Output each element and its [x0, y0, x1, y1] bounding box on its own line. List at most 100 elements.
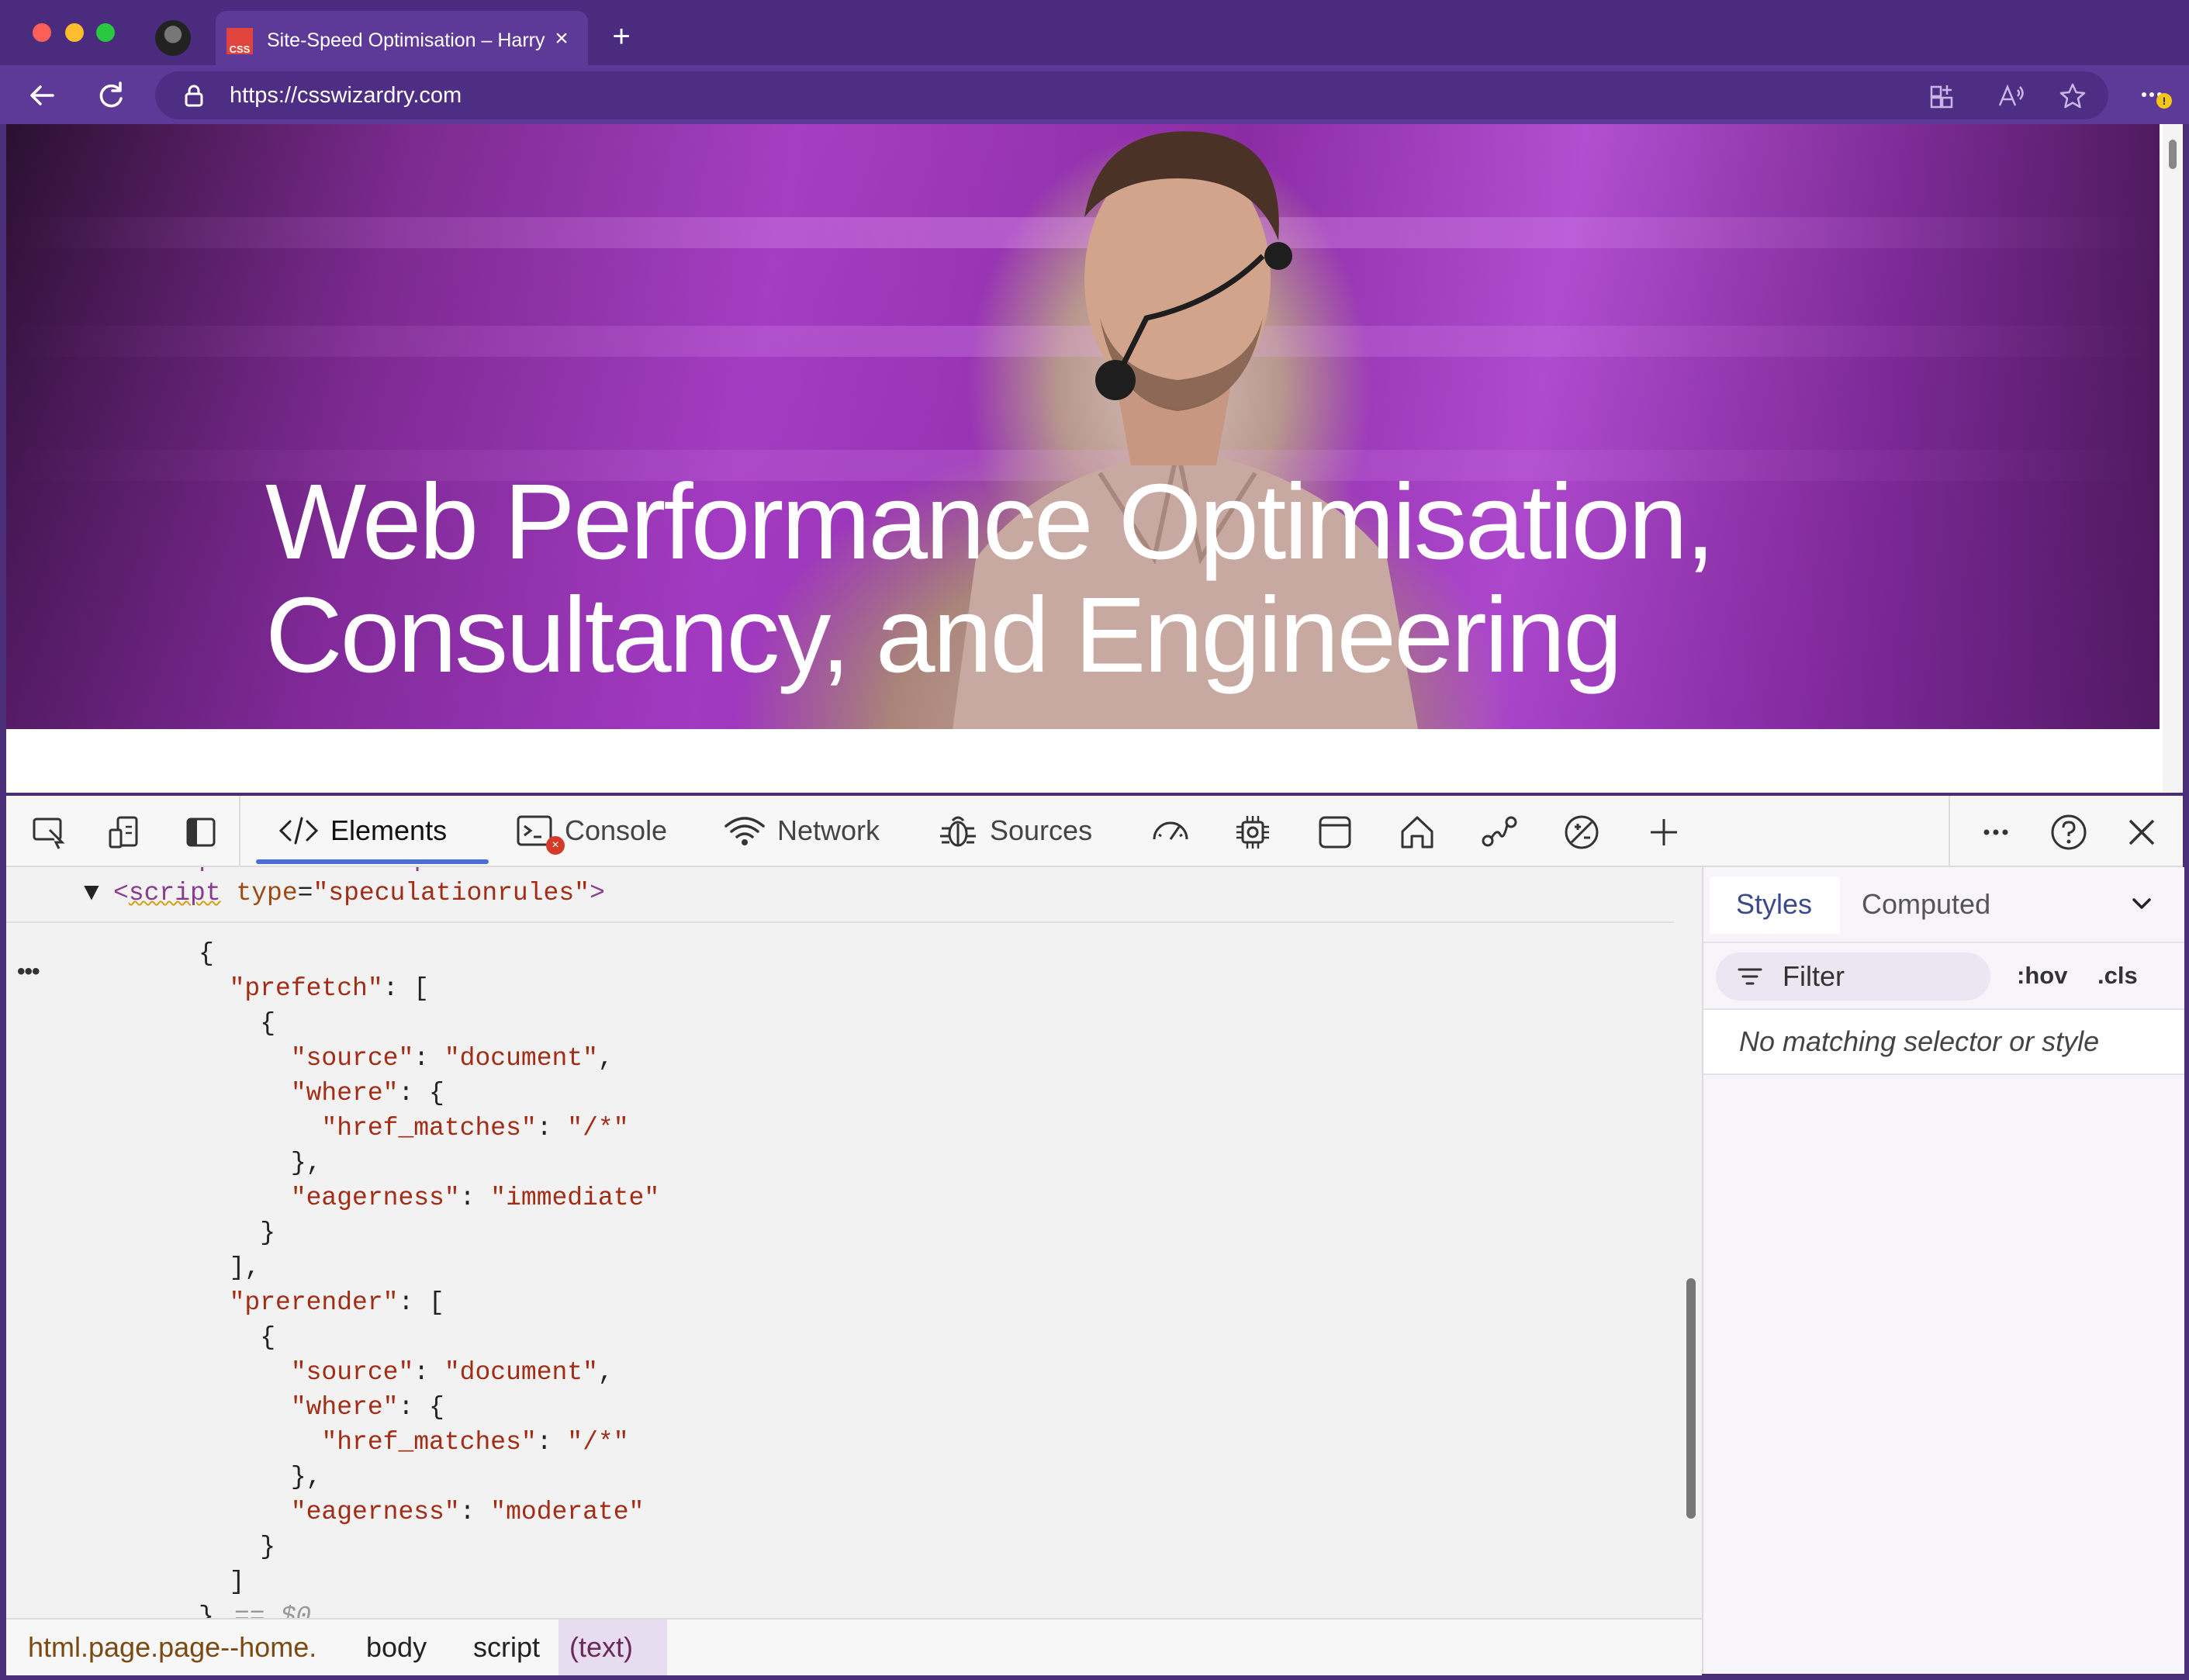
json-line: "href_matches": "/*" [321, 1428, 629, 1457]
back-arrow-icon [30, 85, 54, 105]
reload-button[interactable] [92, 76, 130, 115]
tab-network[interactable]: Network [723, 808, 880, 853]
page-viewport: Web Performance Optimisation, Consultanc… [6, 124, 2183, 793]
reload-icon [99, 81, 123, 108]
json-line: { [199, 1323, 276, 1352]
json-line: "eagerness": "immediate" [290, 1184, 660, 1212]
toolbar-divider [1949, 796, 1950, 866]
grid-plus-icon [1930, 85, 1953, 109]
hero-heading-line-1: Web Performance Optimisation, [265, 462, 1715, 582]
styles-filter-row: Filter :hov .cls [1703, 942, 2184, 1008]
browser-titlebar: CSS Site-Speed Optimisation – Harry Robe… [0, 0, 2189, 65]
close-devtools-icon[interactable] [2121, 811, 2163, 853]
page-scrollbar[interactable] [2163, 124, 2183, 793]
toolbar-divider [239, 796, 240, 866]
json-line: "prerender": [ [229, 1288, 444, 1317]
elements-scrollbar-thumb[interactable] [1686, 1278, 1696, 1519]
url-text[interactable]: https://csswizardry.com [230, 81, 462, 110]
close-window-button[interactable] [33, 23, 51, 42]
selected-node-marker: == $0 [234, 1602, 312, 1618]
tab-console-label: Console [565, 814, 668, 846]
hero-banner: Web Performance Optimisation, Consultanc… [6, 124, 2160, 729]
bug-icon [940, 816, 976, 847]
browser-toolbar: https://csswizardry.com ! [0, 65, 2189, 124]
star-icon [2059, 83, 2086, 109]
json-line: ] [199, 1568, 245, 1596]
breadcrumb-html[interactable]: html.page.page--home. [17, 1620, 327, 1675]
json-line: "eagerness": "moderate" [290, 1498, 645, 1526]
json-line: { [199, 939, 214, 968]
address-bar[interactable]: https://csswizardry.com [155, 71, 2108, 119]
tab-sources[interactable]: Sources [937, 808, 1092, 853]
dock-side-icon[interactable] [180, 811, 222, 853]
expand-triangle-icon[interactable]: ▼ [84, 878, 99, 909]
tab-computed[interactable]: Computed [1862, 881, 1990, 928]
active-tab-indicator [256, 859, 489, 864]
console-error-badge: × [546, 836, 565, 855]
breadcrumb-body[interactable]: body [355, 1620, 437, 1675]
json-line: "where": { [290, 1393, 444, 1422]
hov-toggle-button[interactable]: :hov [2017, 960, 2067, 991]
json-line: } [199, 1219, 276, 1247]
network-flow-icon[interactable] [1478, 811, 1520, 853]
minimize-window-button[interactable] [65, 23, 84, 42]
json-line: } [199, 1602, 214, 1618]
add-tool-icon[interactable] [1643, 811, 1685, 853]
browser-tab-active[interactable]: CSS Site-Speed Optimisation – Harry Robe… [216, 11, 588, 65]
breadcrumb-text[interactable]: (text) [558, 1620, 667, 1675]
update-alert-icon: ! [2156, 93, 2172, 109]
styles-filter-input[interactable]: Filter [1716, 952, 1990, 1001]
new-tab-button[interactable]: + [603, 19, 639, 54]
json-line: }, [199, 1463, 322, 1492]
chevron-down-icon[interactable] [2122, 884, 2161, 923]
json-line: } [199, 1533, 276, 1561]
cls-toggle-button[interactable]: .cls [2097, 960, 2138, 991]
page-scrollbar-thumb[interactable] [2169, 140, 2177, 169]
welcome-home-icon[interactable] [1396, 811, 1438, 853]
json-line: "href_matches": "/*" [321, 1114, 629, 1142]
styles-empty-state: No matching selector or style [1703, 1008, 2184, 1075]
inspect-element-icon[interactable] [28, 811, 70, 853]
lock-icon[interactable] [183, 84, 205, 107]
read-aloud-icon[interactable] [1995, 81, 2026, 112]
profile-avatar[interactable] [155, 20, 191, 56]
filter-icon [1738, 968, 1762, 985]
wifi-icon [724, 817, 765, 845]
json-line: "where": { [290, 1079, 444, 1108]
json-line: "prefetch": [ [229, 974, 430, 1003]
tab-title: Site-Speed Optimisation – Harry Roberts,… [267, 29, 546, 51]
json-line: { [199, 1009, 276, 1038]
breadcrumb-script[interactable]: script [462, 1620, 551, 1675]
noscript-node-partial[interactable]: ▶ <noscript> ⋯ </noscript> [61, 867, 460, 875]
app-available-icon[interactable] [1927, 81, 1958, 112]
performance-gauge-icon[interactable] [1150, 811, 1191, 853]
tab-close-icon[interactable]: × [549, 26, 574, 51]
tab-styles[interactable]: Styles [1736, 881, 1812, 928]
dom-breadcrumb: html.page.page--home. body script (text) [6, 1618, 1702, 1675]
json-line: ], [199, 1253, 261, 1282]
devtools-panel: Elements Console × Network Sources ▼ <sc… [6, 796, 2184, 1675]
devtools-toolbar: Elements Console × Network Sources [6, 796, 2183, 867]
css-overview-icon[interactable] [1561, 811, 1603, 853]
memory-chip-icon[interactable] [1232, 811, 1274, 853]
elements-tree[interactable]: ▶ <noscript> ⋯ </noscript> ▼ <script typ… [6, 867, 1674, 1618]
device-emulation-icon[interactable] [104, 811, 146, 853]
no-match-message: No matching selector or style [1739, 1025, 2100, 1057]
application-window-icon[interactable] [1314, 811, 1356, 853]
favorite-star-icon[interactable] [2057, 81, 2088, 112]
tab-elements[interactable]: Elements [278, 808, 447, 853]
json-line: "source": "document", [290, 1044, 614, 1073]
hero-heading: Web Performance Optimisation, Consultanc… [265, 465, 2049, 692]
help-icon[interactable] [2048, 811, 2090, 853]
code-icon [278, 817, 319, 845]
maximize-window-button[interactable] [96, 23, 115, 42]
elements-scrollbar[interactable] [1680, 867, 1700, 1618]
styles-pane: Styles Computed Filter :hov .cls No matc… [1702, 867, 2184, 1674]
script-node-row[interactable]: ▶ <noscript> ⋯ </noscript> ▼ <script typ… [6, 867, 1674, 923]
script-open-tag[interactable]: <script type="speculationrules"> [113, 878, 605, 909]
devtools-more-icon[interactable] [1975, 811, 2017, 853]
row-actions-ellipsis-icon[interactable]: ••• [17, 959, 40, 985]
tab-favicon: CSS [227, 28, 253, 54]
back-button[interactable] [23, 76, 62, 115]
tab-console[interactable]: Console [515, 808, 667, 853]
